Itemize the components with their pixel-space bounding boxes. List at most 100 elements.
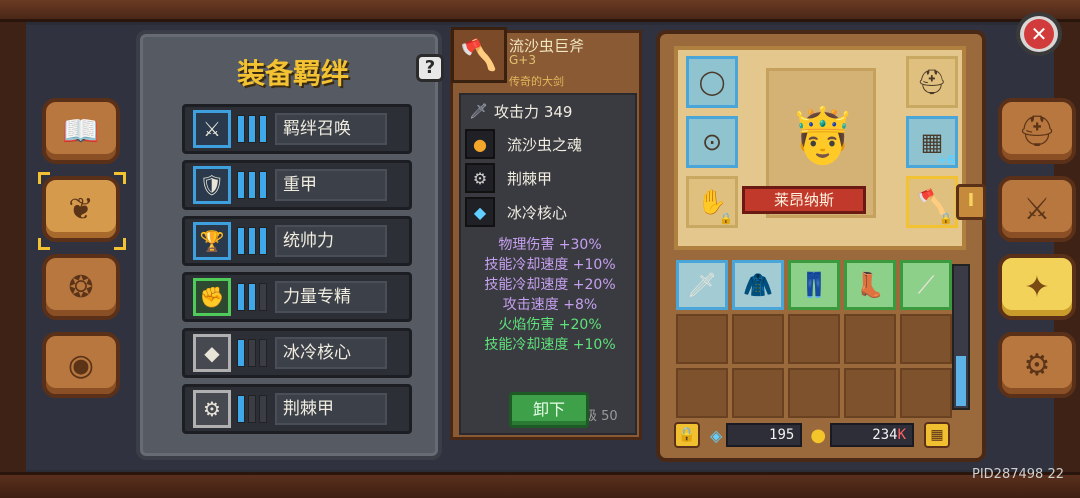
inventory-slot[interactable]: [732, 314, 784, 364]
bottom-frame: [0, 472, 1080, 498]
sparkle-icon: ✦: [1024, 269, 1050, 305]
inventory-slot[interactable]: [844, 368, 896, 418]
inventory-scrollbar[interactable]: [952, 264, 970, 410]
helmet-icon: ⛑: [1017, 113, 1057, 149]
pants-icon: 👖: [799, 271, 829, 299]
unequip-button[interactable]: 卸下: [509, 392, 589, 428]
inventory-slot[interactable]: [844, 314, 896, 364]
inventory-slot[interactable]: 👖: [788, 260, 840, 310]
bond-level-pips: [237, 227, 267, 255]
gem-name: 流沙虫之魂: [507, 135, 583, 154]
inventory-slot[interactable]: 🗡: [676, 260, 728, 310]
tab-equipment[interactable]: ✦: [998, 254, 1076, 320]
bond-label: 羁绊召唤: [275, 113, 387, 145]
bond-row[interactable]: 🛡 重甲: [182, 160, 412, 210]
bracelet-icon: ⊙: [701, 128, 723, 156]
selection-bracket: [114, 172, 126, 184]
close-button[interactable]: ✕: [1016, 12, 1062, 56]
item-header: 🪓 流沙虫巨斧 G+3 传奇的大剑: [451, 27, 645, 93]
bond-row[interactable]: 🏆 统帅力: [182, 216, 412, 266]
selection-bracket: [114, 238, 126, 250]
fist-icon: ✊: [193, 278, 231, 316]
gem-currency-icon: ◈: [710, 425, 723, 445]
bond-label: 冰冷核心: [275, 337, 387, 369]
inventory-slot[interactable]: ⟋: [900, 260, 952, 310]
gloves-slot[interactable]: ✋ 🔒: [686, 176, 738, 228]
bond-level-pips: [237, 283, 267, 311]
tab-equipment-bond[interactable]: ❦: [42, 176, 120, 242]
bracelet-slot[interactable]: ⊙: [686, 116, 738, 168]
gold-count-box: 234K: [830, 423, 915, 447]
lock-toggle-button[interactable]: 🔒: [674, 422, 700, 448]
inventory-slot[interactable]: [788, 368, 840, 418]
bond-label: 统帅力: [275, 225, 387, 257]
armor-slot[interactable]: ▦ +6: [906, 116, 958, 168]
tab-pet[interactable]: ◉: [42, 332, 120, 398]
bond-row[interactable]: ◆ 冰冷核心: [182, 328, 412, 378]
ring-slot[interactable]: ◯: [686, 56, 738, 108]
boots-icon: 👢: [855, 271, 885, 299]
inventory-slot[interactable]: [900, 368, 952, 418]
book-icon: 📖: [62, 113, 100, 149]
bond-row[interactable]: ⚙ 荆棘甲: [182, 384, 412, 434]
axe-icon: 🪓: [451, 27, 507, 83]
gold-suffix: K: [897, 427, 907, 443]
stat-line: 技能冷却速度 +20%: [484, 277, 616, 293]
equipment-bond-panel: 装备羁绊 ? ⚔ 羁绊召唤 🛡 重甲 🏆 统帅力 ✊ 力量专精 ◆ 冰冷核心 ⚙…: [136, 30, 444, 460]
tab-book[interactable]: 📖: [42, 98, 120, 164]
gem-icon: ◆: [193, 334, 231, 372]
ice-gem-icon: ◆: [465, 197, 495, 227]
inventory-slot[interactable]: [676, 368, 728, 418]
hero-tier-badge[interactable]: I: [956, 184, 986, 220]
tab-upgrade[interactable]: ⚔: [998, 176, 1076, 242]
currency-bar: 🔒 ◈ 195 ● 234K ▦: [674, 416, 970, 454]
gold-coin-icon: ●: [810, 424, 827, 446]
gem-slot-row[interactable]: ⚙ 荆棘甲: [465, 163, 633, 193]
scroll-thumb[interactable]: [956, 356, 966, 406]
bond-level-pips: [237, 115, 267, 143]
bond-row[interactable]: ✊ 力量专精: [182, 272, 412, 322]
inventory-slot[interactable]: [732, 368, 784, 418]
attack-label: 攻击力 349: [494, 102, 573, 121]
bond-label: 力量专精: [275, 281, 387, 313]
item-type: 传奇的大剑: [509, 75, 564, 88]
stat-line: 物理伤害 +30%: [498, 237, 602, 253]
gem-slot-row[interactable]: ● 流沙虫之魂: [465, 129, 633, 159]
weapon-slot[interactable]: 🪓 🔒: [906, 176, 958, 228]
character-equipment-doll: ◯ ⊙ ✋ 🔒 🤴 ⛑ ▦ +6 🪓 🔒: [674, 46, 966, 250]
equipment-panel: ◯ ⊙ ✋ 🔒 🤴 ⛑ ▦ +6 🪓 🔒 莱昂纳斯 I 🗡 🧥 👖 👢 ⟋ 🔒 …: [656, 30, 986, 462]
panel-title: 装备羁绊: [236, 57, 349, 90]
stat-line: 技能冷却速度 +10%: [484, 337, 616, 353]
tab-skills[interactable]: ❂: [42, 254, 120, 320]
right-frame: [1054, 22, 1080, 472]
sort-button[interactable]: ▦: [924, 422, 951, 448]
inventory-slot[interactable]: 🧥: [732, 260, 784, 310]
bond-label: 荆棘甲: [275, 393, 387, 425]
help-button[interactable]: ?: [416, 54, 444, 82]
selection-bracket: [38, 172, 50, 184]
inventory-slot[interactable]: [788, 314, 840, 364]
item-grade: G+3: [509, 53, 536, 67]
lock-icon: 🔒: [939, 212, 953, 225]
hero-name-banner: 莱昂纳斯: [742, 186, 866, 214]
armor-icon: 🧥: [743, 271, 773, 299]
bond-label: 重甲: [275, 169, 387, 201]
tab-character[interactable]: ⛑: [998, 98, 1076, 164]
gem-name: 冰冷核心: [507, 203, 568, 222]
gem-name: 荆棘甲: [507, 169, 553, 188]
stat-line: 攻击速度 +8%: [502, 297, 598, 313]
inventory-slot[interactable]: [676, 314, 728, 364]
inventory-slot[interactable]: [900, 314, 952, 364]
attack-stat: 🗡 攻击力 349: [469, 99, 629, 123]
inventory-slot[interactable]: 👢: [844, 260, 896, 310]
hero-figure-icon: 🤴: [789, 104, 857, 167]
gold-count: 234: [872, 427, 898, 443]
armor-icon: ▦: [920, 128, 944, 156]
gem-slot-row[interactable]: ◆ 冰冷核心: [465, 197, 633, 227]
helmet-slot[interactable]: ⛑: [906, 56, 958, 108]
stat-list: 物理伤害 +30% 技能冷却速度 +10% 技能冷却速度 +20% 攻击速度 +…: [461, 235, 639, 355]
crossed-swords-up-icon: ⚔: [1023, 191, 1051, 227]
bell-icon: ◉: [67, 347, 95, 383]
bond-row[interactable]: ⚔ 羁绊召唤: [182, 104, 412, 154]
tab-settings[interactable]: ⚙: [998, 332, 1076, 398]
